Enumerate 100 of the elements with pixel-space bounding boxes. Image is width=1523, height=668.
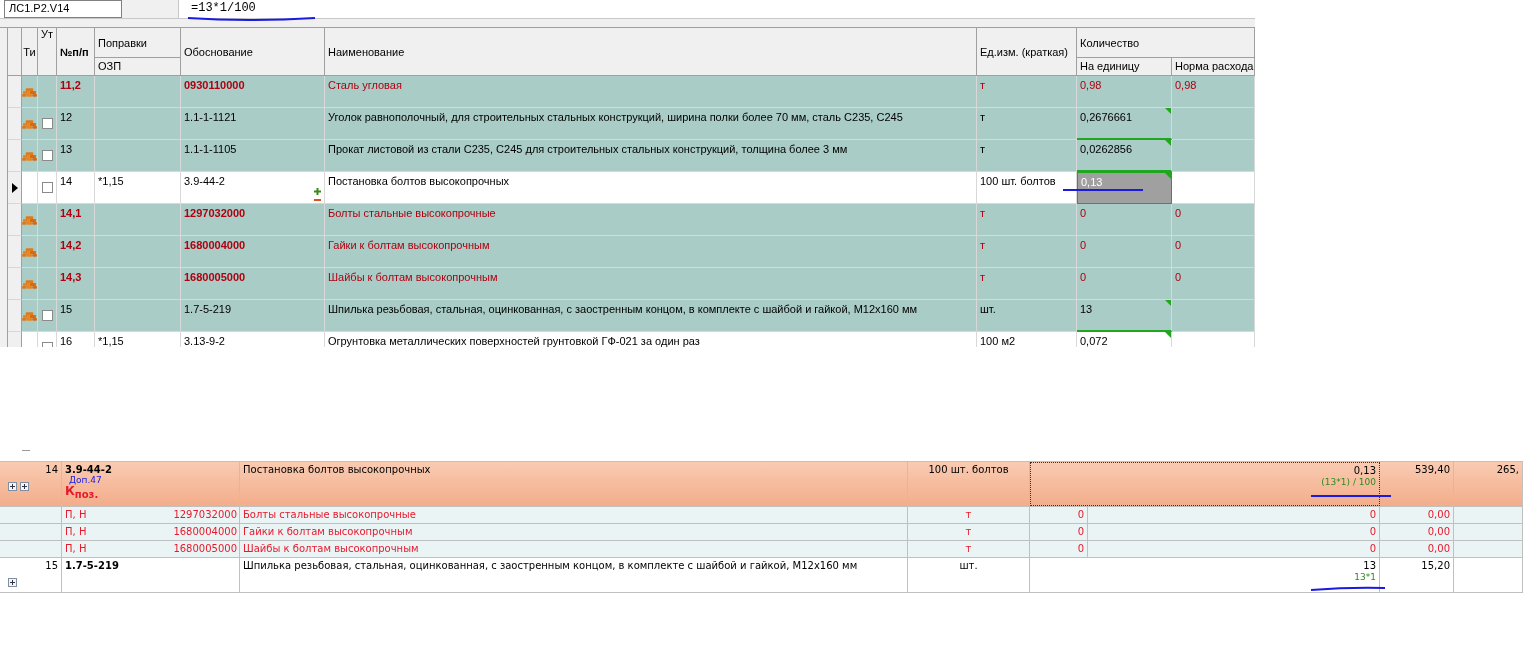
unit-text: шт. <box>959 560 978 571</box>
checkbox[interactable] <box>41 310 53 321</box>
quantity-text: 0 <box>1077 543 1084 554</box>
quantity-text: 0,2676661 <box>1080 111 1132 123</box>
table-row[interactable]: 12 1.1-1-1121 Уголок равнополочный, для строительных стальных конструкций, ширина полки более 70 мм, сталь С235, С245 т 0,2676661 <box>8 108 1255 140</box>
checkbox[interactable] <box>41 182 53 193</box>
column-header: Наименование <box>328 45 405 58</box>
row-indicator[interactable] <box>8 172 22 204</box>
quantity-text: 0 <box>1077 509 1084 520</box>
item-name: Постановка болтов высокопрочных <box>328 175 510 187</box>
row-number: 13 <box>60 143 73 155</box>
corner-marker-icon <box>1165 332 1171 338</box>
plus-minus-icon[interactable] <box>314 188 321 202</box>
checkbox[interactable] <box>41 150 53 161</box>
table-row[interactable]: 14,1 1297032000 Болты стальные высокопрочные т 0 0 <box>8 204 1255 236</box>
table-row[interactable]: 14,3 1680005000 Шайбы к болтам высокопрочным т 0 0 <box>8 268 1255 300</box>
table-row[interactable]: 13 1.1-1-1105 Прокат листовой из стали С235, С245 для строительных стальных конструкций, толщина более 3 мм т 0,0262856 <box>8 140 1255 172</box>
item-name: Шпилька резьбовая, стальная, оцинкованная, с заостренным концом, в комплекте с шайбой и гайкой, М12х160 мм <box>243 560 858 571</box>
resource-code: 1297032000 <box>173 509 237 520</box>
formula-text: (13*1) / 100 <box>1321 477 1376 487</box>
basis-code: 3.9-44-2 <box>184 175 225 187</box>
row-number: 14,2 <box>60 239 82 251</box>
formula-text: 13*1 <box>1354 572 1376 582</box>
column-header: На единицу <box>1077 58 1172 75</box>
quantity-text: 0,13 <box>1081 176 1103 188</box>
table-row[interactable]: 16 *1,15 3.13-9-2 Огрунтовка металлических поверхностей грунтовкой ГФ-021 за один раз 100 м2 0,072 <box>8 332 1255 347</box>
table-cell[interactable]: 13 13*1 <box>1030 558 1380 592</box>
table-row[interactable]: П, Н 1680004000 Гайки к болтам высокопрочным т 0 0 0,00 <box>0 524 1523 541</box>
quantity-text: 0 <box>1080 271 1087 283</box>
row-number: 16 <box>60 335 73 347</box>
unit-text: 100 шт. болтов <box>980 175 1056 187</box>
column-header: Ед.изм. (краткая) <box>980 45 1068 58</box>
quantity-cell[interactable]: 0,072 <box>1077 332 1172 347</box>
price-text: 539,40 <box>1415 464 1450 475</box>
quantity-text: 0,98 <box>1080 79 1102 91</box>
unit-text: т <box>980 111 986 123</box>
column-header: Поправки <box>95 28 180 58</box>
item-name: Гайки к болтам высокопрочным <box>243 526 413 537</box>
table-row[interactable]: 15 1.7-5-219 Шпилька резьбовая, стальная, оцинкованная, с заостренным концом, в комплекте с шайбой и гайкой, М12х160 мм шт. 13 13*1 15,20 <box>0 558 1523 593</box>
unit-text: т <box>965 543 972 554</box>
table-row[interactable]: 14 *1,15 3.9-44-2 Постановка болтов высокопрочных 100 шт. болтов 0,13 <box>8 172 1255 204</box>
checkbox[interactable] <box>41 118 53 129</box>
column-header: Обоснование <box>184 45 253 58</box>
item-name: Огрунтовка металлических поверхностей грунтовкой ГФ-021 за один раз <box>328 335 700 347</box>
row-number: 14 <box>60 175 73 187</box>
resource-tag: П, Н <box>65 543 87 554</box>
cell-reference-field[interactable]: ЛС1.Р2.V14 <box>4 0 122 18</box>
basis-code: 1297032000 <box>184 207 246 219</box>
unit-text: т <box>965 526 972 537</box>
resource-tag: П, Н <box>65 509 87 520</box>
table-cell[interactable]: 0,13 (13*1) / 100 <box>1030 462 1380 506</box>
unit-text: т <box>980 79 986 91</box>
column-header: Количество <box>1077 28 1254 58</box>
row-number: 12 <box>60 111 73 123</box>
table-row[interactable]: 14,2 1680004000 Гайки к болтам высокопрочным т 0 0 <box>8 236 1255 268</box>
expand-icon[interactable] <box>8 482 17 491</box>
column-header: №п/п <box>60 45 89 58</box>
item-name: Сталь угловая <box>328 79 402 91</box>
note-link[interactable]: Доп.47 <box>69 475 102 485</box>
table-row[interactable]: П, Н 1680005000 Шайбы к болтам высокопрочным т 0 0 0,00 <box>0 541 1523 558</box>
table-row[interactable]: П, Н 1297032000 Болты стальные высокопрочные т 0 0 0,00 <box>0 507 1523 524</box>
row-number: 14 <box>45 464 58 475</box>
row-number: 14,3 <box>60 271 82 283</box>
table-row[interactable]: 15 1.7-5-219 Шпилька резьбовая, стальная, оцинкованная, с заостренным концом, в комплекте с шайбой и гайкой, М12х160 мм шт. 13 <box>8 300 1255 332</box>
basis-code: 3.13-9-2 <box>184 335 225 347</box>
price-text: 0,00 <box>1427 543 1450 554</box>
row-number: 15 <box>45 560 58 571</box>
unit-text: 100 шт. болтов <box>928 464 1009 475</box>
basis-code: 1.7-5-219 <box>184 303 232 315</box>
item-name: Болты стальные высокопрочные <box>328 207 496 219</box>
unit-text: т <box>980 207 986 219</box>
table-row[interactable]: 14 3.9-44-2 Доп.47 К$_{поз.}$ Постановка болтов высокопрочных 100 шт. болтов 0,13 (13*1) / 100 539,40 265, <box>0 461 1523 507</box>
norm-text: 0 <box>1175 207 1182 219</box>
quantity-text: 0 <box>1369 543 1376 554</box>
resource-tag: П, Н <box>65 526 87 537</box>
item-name: Гайки к болтам высокопрочным <box>328 239 490 251</box>
basis-code: 1.7-5-219 <box>65 560 119 571</box>
corner-marker-icon <box>1165 108 1171 114</box>
column-header: Ти <box>23 45 36 58</box>
corner-marker-icon <box>1165 173 1171 179</box>
item-name: Болты стальные высокопрочные <box>243 509 416 520</box>
price-text: 15,20 <box>1421 560 1450 571</box>
quantity-text: 0,13 <box>1353 465 1376 476</box>
unit-text: шт. <box>980 303 996 315</box>
resource-code: 1680005000 <box>173 543 237 554</box>
basis-code: 1680004000 <box>184 239 246 251</box>
expand-icon[interactable] <box>20 482 29 491</box>
quantity-text: 0,072 <box>1080 335 1108 347</box>
coefficient-label: К$_{поз.}$ <box>65 485 99 502</box>
quantity-text: 0,0262856 <box>1080 143 1132 155</box>
column-header: ОЗП <box>97 59 123 74</box>
resource-code: 1680004000 <box>173 526 237 537</box>
unit-text: 100 м2 <box>980 335 1016 347</box>
table-row[interactable]: 11,2 0930110000 Сталь угловая т 0,98 0,98 <box>8 76 1255 108</box>
item-name: Прокат листовой из стали С235, С245 для строительных стальных конструкций, толщина более 3 мм <box>328 143 848 155</box>
expand-icon[interactable] <box>8 578 17 587</box>
row-number: 11,2 <box>60 79 81 91</box>
corner-marker-icon <box>1165 140 1171 146</box>
basis-code: 1.1-1-1121 <box>184 111 237 123</box>
quantity-text: 13 <box>1363 560 1376 571</box>
